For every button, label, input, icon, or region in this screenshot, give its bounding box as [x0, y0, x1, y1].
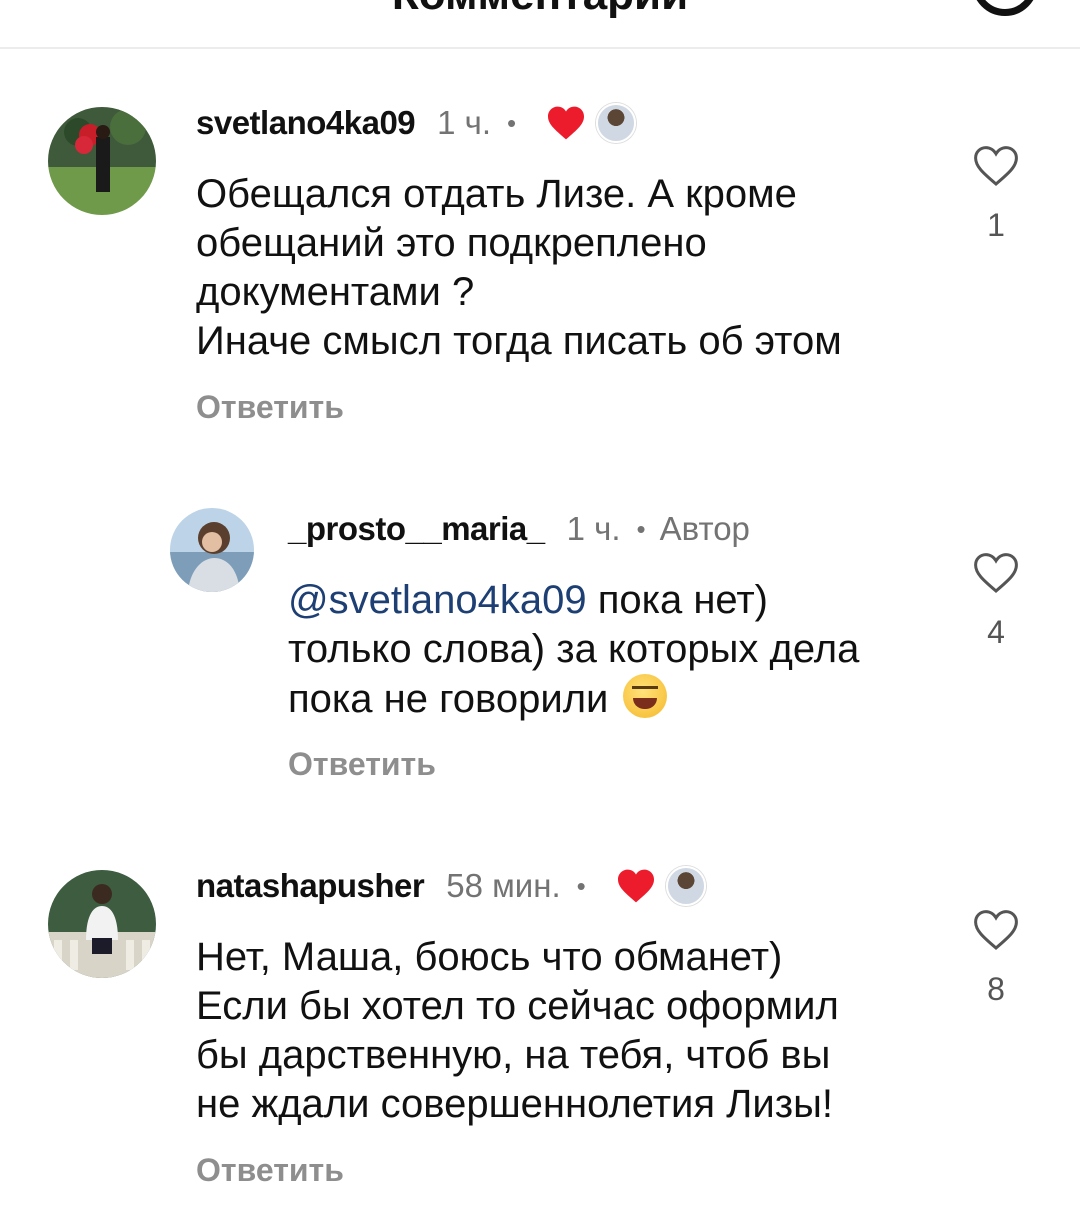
author-avatar-mini	[596, 103, 637, 143]
liked-by-author-heart-icon	[548, 106, 585, 140]
avatar[interactable]	[170, 508, 254, 592]
like-count: 4	[987, 614, 1005, 650]
comment-username[interactable]: svetlano4ka09	[196, 103, 416, 143]
heart-outline-icon[interactable]	[972, 551, 1020, 595]
reply-button[interactable]: Ответить	[196, 1152, 344, 1189]
heart-outline-icon[interactable]	[972, 908, 1020, 952]
like-count: 8	[987, 971, 1005, 1007]
separator-dot: •	[507, 108, 517, 138]
liked-by-author-heart-icon	[617, 869, 654, 903]
author-avatar-mini	[665, 866, 706, 906]
comment-text: Нет, Маша, боюсь что обманет) Если бы хо…	[196, 935, 839, 1126]
comment-text: @svetlano4ka09 пока нет) только слова) з…	[288, 576, 938, 724]
comment-time: 1 ч.	[566, 510, 621, 547]
grinning-squinting-face-emoji	[623, 674, 668, 718]
like-count: 1	[987, 207, 1005, 243]
comment-time: 1 ч.	[437, 104, 492, 141]
separator-dot: •	[576, 871, 586, 901]
header: Комментарии	[0, 0, 1080, 49]
separator-dot: •	[636, 514, 646, 544]
mention-link[interactable]: @svetlano4ka09	[288, 578, 587, 622]
comment-time: 58 мин.	[446, 867, 561, 904]
heart-outline-icon[interactable]	[972, 144, 1020, 188]
reply-button[interactable]: Ответить	[288, 746, 436, 783]
comment-username[interactable]: _prosto__maria_	[288, 509, 545, 549]
avatar[interactable]	[48, 870, 156, 978]
reply-button[interactable]: Ответить	[196, 389, 344, 426]
comment-username[interactable]: natashapusher	[196, 866, 425, 906]
page-title: Комментарии	[0, 0, 1080, 20]
comment-text: Обещался отдать Лизе. А кроме обещаний э…	[196, 172, 842, 363]
avatar[interactable]	[48, 107, 156, 215]
author-badge: Автор	[659, 510, 750, 547]
